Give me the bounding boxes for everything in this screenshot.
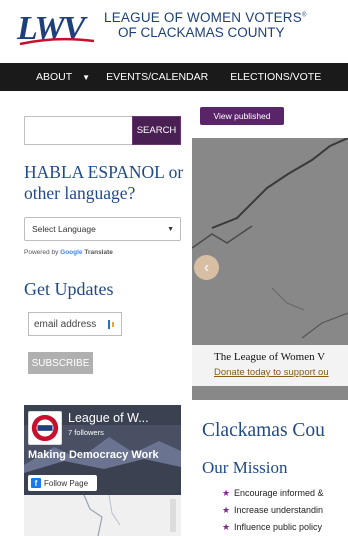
language-heading: HABLA ESPANOL or other language? [24, 162, 184, 203]
page-title: Clackamas Cou [202, 420, 325, 441]
facebook-banner-text: Making Democracy Work [28, 449, 159, 461]
mission-list: ★ Encourage informed & ★ Increase understa… [222, 488, 324, 536]
list-item: ★ Influence public policy [222, 522, 323, 532]
slide-donate-link[interactable]: Donate today to support ou [214, 367, 329, 378]
facebook-followers: 7 followers [68, 428, 104, 437]
slide-title: The League of Women V [214, 351, 326, 363]
main-nav: ABOUT ▼ EVENTS/CALENDAR ELECTIONS/VOTE [0, 63, 348, 91]
autofill-icon[interactable] [108, 319, 116, 330]
nav-about-label: ABOUT [36, 71, 73, 83]
list-item: ★ Increase understandin [222, 505, 324, 515]
language-select-value: Select Language [32, 224, 96, 234]
facebook-post-image [24, 495, 181, 536]
slide-caption: The League of Women V Donate today to su… [192, 345, 348, 386]
follow-page-label: Follow Page [44, 478, 89, 488]
nav-about[interactable]: ABOUT ▼ [36, 71, 90, 83]
google-logo[interactable]: Google [60, 249, 82, 256]
facebook-page-avatar[interactable] [28, 411, 62, 445]
view-published-button[interactable]: View published [200, 107, 284, 125]
page: LWV LEAGUE OF WOMEN VOTERS® OF CLACKAMAS… [0, 0, 348, 536]
subscribe-button[interactable]: SUBSCRIBE [28, 352, 93, 374]
follow-page-button[interactable]: f Follow Page [28, 475, 97, 491]
search-input[interactable] [24, 116, 132, 145]
language-select[interactable]: Select Language ▼ [24, 217, 181, 241]
star-icon: ★ [222, 488, 231, 498]
facebook-page-name[interactable]: League of W... [68, 411, 149, 425]
updates-heading: Get Updates [24, 279, 114, 299]
star-icon: ★ [222, 505, 231, 515]
facebook-widget[interactable]: League of W... 7 followers Making Democr… [24, 405, 181, 536]
email-placeholder: email address [34, 318, 97, 330]
slider-prev-button[interactable]: ‹ [194, 255, 219, 280]
lwv-logo[interactable]: LWV [16, 8, 96, 48]
nav-events-calendar[interactable]: EVENTS/CALENDAR [106, 71, 208, 83]
site-header: LWV LEAGUE OF WOMEN VOTERS® OF CLACKAMAS… [0, 0, 348, 62]
select-caret-icon: ▼ [167, 226, 174, 233]
star-icon: ★ [222, 522, 231, 532]
org-name-line1: LEAGUE OF WOMEN VOTERS® [104, 10, 307, 25]
hero-slider[interactable]: ‹ The League of Women V Donate today to … [192, 138, 348, 400]
caret-down-icon: ▼ [82, 72, 91, 82]
org-name-line2: OF CLACKAMAS COUNTY [118, 25, 285, 40]
email-field[interactable]: email address [28, 312, 122, 336]
list-item: ★ Encourage informed & [222, 488, 324, 498]
mission-heading: Our Mission [202, 458, 288, 477]
facebook-icon: f [31, 478, 41, 488]
powered-by-google: Powered by Google Translate [24, 249, 113, 256]
nav-elections-vote[interactable]: ELECTIONS/VOTE [230, 71, 321, 83]
search-button[interactable]: SEARCH [132, 116, 181, 145]
